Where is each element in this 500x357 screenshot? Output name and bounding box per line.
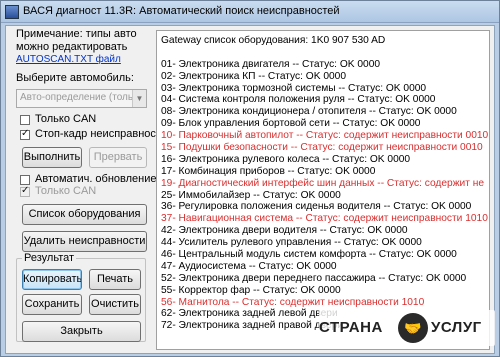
result-row: 09- Блок управления бортовой сети -- Ста… xyxy=(161,118,421,130)
car-select[interactable]: Авто-определение (толь ▼ xyxy=(16,89,147,108)
results-list[interactable]: Gateway список оборудования: 1K0 907 530… xyxy=(156,30,490,350)
only-can-label-2: Только CAN xyxy=(35,185,97,197)
window-title: ВАСЯ диагност 11.3R: Автоматический поис… xyxy=(23,5,340,17)
title-bar[interactable]: ВАСЯ диагност 11.3R: Автоматический поис… xyxy=(1,1,499,23)
left-panel: Примечание: типы авто можно редактироват… xyxy=(6,26,173,353)
handshake-icon: 🤝 xyxy=(398,313,428,343)
result-row: 44- Усилитель рулевого управления -- Ста… xyxy=(161,237,422,249)
print-button[interactable]: Печать xyxy=(89,269,141,290)
chevron-down-icon[interactable]: ▼ xyxy=(132,90,146,107)
result-row: 56- Магнитола -- Статус: содержит неиспр… xyxy=(161,296,425,308)
result-row: 42- Электроника двери водителя -- Статус… xyxy=(161,225,408,237)
save-button[interactable]: Сохранить xyxy=(22,294,82,315)
stop-button[interactable]: Прервать xyxy=(89,147,147,168)
close-button[interactable]: Закрыть xyxy=(22,321,141,342)
result-row: 52- Электроника двери переднего пассажир… xyxy=(161,272,467,284)
result-row: 08- Электроника кондиционера / отопителя… xyxy=(161,106,457,118)
freeze-frame-checkbox[interactable] xyxy=(20,128,30,140)
result-row: 16- Электроника рулевого колеса -- Стату… xyxy=(161,153,411,165)
result-row: 19- Диагностический интерфейс шин данных… xyxy=(161,177,484,189)
result-row: 15- Подушки безопасности -- Статус: соде… xyxy=(161,142,483,154)
watermark-logo: СТРАНА 🤝 УСЛУГ xyxy=(319,310,495,346)
result-row: 46- Центральный модуль систем комфорта -… xyxy=(161,249,457,261)
result-row: 03- Электроника тормозной системы -- Ста… xyxy=(161,82,427,94)
clear-button[interactable]: Очистить xyxy=(89,294,141,315)
watermark-left-text: СТРАНА xyxy=(319,319,383,336)
result-row: 04- Система контроля положения руля -- С… xyxy=(161,94,436,106)
equipment-list-button[interactable]: Список оборудования xyxy=(22,204,147,225)
only-can-checkbox-2[interactable] xyxy=(20,185,30,197)
only-can-checkbox[interactable] xyxy=(20,115,30,125)
autoscan-file-link[interactable]: AUTOSCAN.TXT файл xyxy=(16,54,121,65)
app-icon xyxy=(5,5,19,19)
result-group-label: Результат xyxy=(22,252,77,264)
result-row: Gateway список оборудования: 1K0 907 530… xyxy=(161,35,386,46)
result-row: 17- Комбинация приборов -- Статус: OK 00… xyxy=(161,165,376,177)
result-row: 55- Корректор фар -- Статус: OK 0000 xyxy=(161,284,341,296)
auto-update-label: Автоматич. обновление xyxy=(35,173,157,185)
only-can-label: Только CAN xyxy=(35,113,97,125)
note-line-2: можно редактировать xyxy=(16,41,128,53)
result-row: 25- Иммобилайзер -- Статус: OK 0000 xyxy=(161,189,341,201)
result-row: 37- Навигационная система -- Статус: сод… xyxy=(161,213,488,225)
results-list-content: Gateway список оборудования: 1K0 907 530… xyxy=(161,35,489,332)
result-row: 10- Парковочный автопилот -- Статус: сод… xyxy=(161,130,489,142)
result-row: 36- Регулировка положения сиденья водите… xyxy=(161,201,472,213)
client-area: Примечание: типы авто можно редактироват… xyxy=(5,25,495,354)
select-car-label: Выберите автомобиль: xyxy=(16,72,134,84)
note-line-1: Примечание: типы авто xyxy=(16,28,137,40)
watermark-right-text: УСЛУГ xyxy=(431,319,482,336)
app-window: ВАСЯ диагност 11.3R: Автоматический поис… xyxy=(0,0,500,357)
car-select-value: Авто-определение (толь xyxy=(20,92,134,103)
result-row: 02- Электроника КП -- Статус: OK 0000 xyxy=(161,70,346,82)
run-button[interactable]: Выполнить xyxy=(22,147,82,168)
result-row: 47- Аудиосистема -- Статус: OK 0000 xyxy=(161,260,337,272)
freeze-frame-label: Стоп-кадр неисправностей xyxy=(35,128,174,140)
result-row: 01- Электроника двигателя -- Статус: OK … xyxy=(161,58,381,70)
copy-button[interactable]: Копировать xyxy=(22,269,82,290)
delete-faults-button[interactable]: Удалить неисправности xyxy=(22,231,147,252)
result-row xyxy=(161,47,489,59)
auto-update-checkbox[interactable] xyxy=(20,175,30,185)
